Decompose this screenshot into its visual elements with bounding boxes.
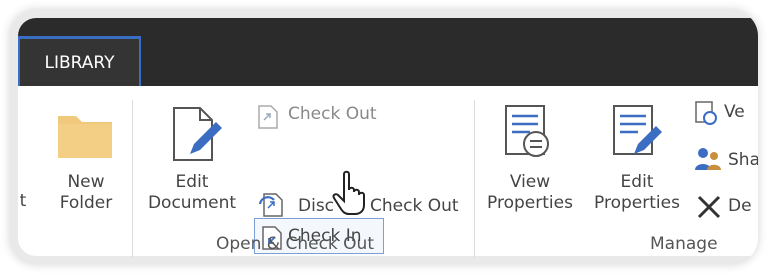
check-out-icon <box>258 105 278 129</box>
partial-command-label: t <box>19 191 27 211</box>
shared-with-icon <box>695 148 721 170</box>
discard-check-out-icon <box>258 193 283 217</box>
screenshot-frame: LIBRARY t New Folder Edit Document Check… <box>10 10 758 264</box>
hand-pointer-cursor-icon <box>332 170 365 215</box>
edit-properties-label: Edit Properties <box>594 172 680 213</box>
view-properties-icon <box>505 105 549 157</box>
version-history-label: Ve <box>724 102 745 122</box>
folder-icon <box>58 116 112 158</box>
delete-label: De <box>728 196 752 216</box>
check-out-label: Check Out <box>288 104 377 124</box>
edit-document-icon <box>173 107 222 161</box>
delete-x-icon <box>697 195 721 219</box>
discard-label-part2: Check Out <box>370 196 459 216</box>
edit-properties-icon <box>613 105 662 155</box>
view-properties-label: View Properties <box>487 172 573 213</box>
shared-with-label: Sha <box>728 150 758 170</box>
discard-label-part1: Disc <box>298 196 335 216</box>
group-divider <box>132 100 133 258</box>
version-history-icon <box>695 101 717 125</box>
tab-library[interactable]: LIBRARY <box>18 36 141 86</box>
group-label-open-check-out: Open & Check Out <box>216 234 374 254</box>
ribbon-panel: t New Folder Edit Document Check Out Che… <box>18 86 758 258</box>
new-folder-label: New Folder <box>59 172 113 213</box>
edit-document-label: Edit Document <box>147 172 237 213</box>
group-label-manage: Manage <box>650 234 718 254</box>
group-divider <box>474 100 475 258</box>
